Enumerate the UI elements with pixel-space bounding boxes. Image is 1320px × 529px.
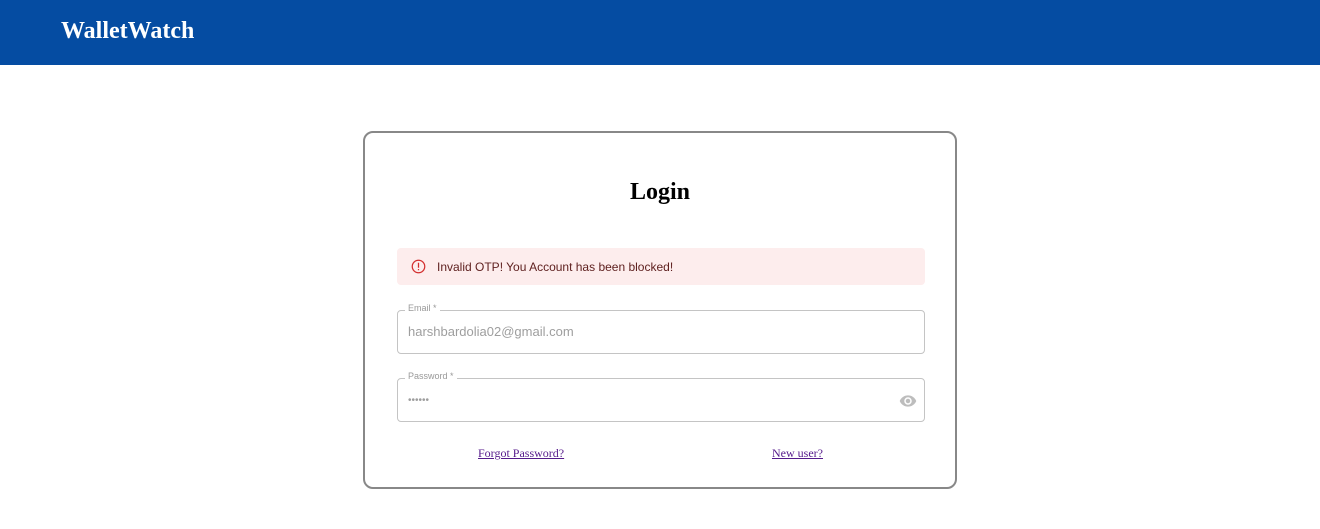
new-user-link[interactable]: New user? [772,446,823,461]
password-value: •••••• [408,395,430,406]
login-card: Login Invalid OTP! You Account has been … [363,131,957,489]
top-navbar: WalletWatch [0,0,1320,65]
brand-logo[interactable]: WalletWatch [61,18,194,45]
error-alert: Invalid OTP! You Account has been blocke… [397,248,925,285]
error-outline-icon [411,259,426,274]
email-value: harshbardolia02@gmail.com [408,324,574,339]
password-label: Password * [405,371,457,381]
email-label: Email * [405,303,440,313]
forgot-password-link[interactable]: Forgot Password? [478,446,564,461]
alert-message: Invalid OTP! You Account has been blocke… [437,259,674,274]
page-title: Login [629,179,691,205]
email-field[interactable]: Email * harshbardolia02@gmail.com [397,303,925,354]
password-field[interactable]: Password * •••••• [397,371,925,422]
eye-icon[interactable] [899,392,917,410]
